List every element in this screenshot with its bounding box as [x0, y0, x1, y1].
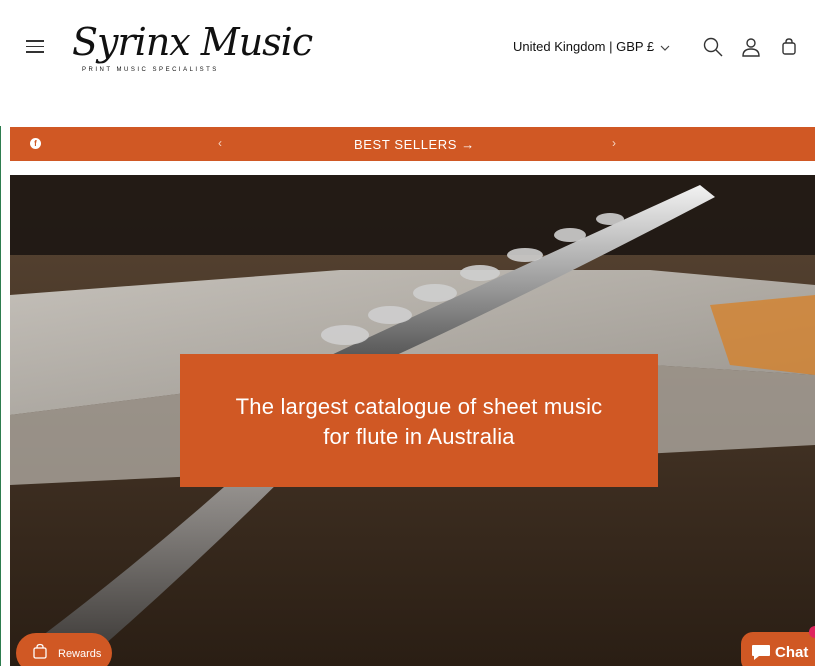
locale-label: United Kingdom | GBP £	[513, 39, 655, 54]
cart-icon[interactable]	[778, 36, 800, 58]
announcement-next-button[interactable]: ›	[612, 136, 616, 150]
search-icon[interactable]	[702, 36, 724, 58]
announcement-prev-button[interactable]: ‹	[218, 136, 222, 150]
chevron-down-icon	[660, 43, 670, 54]
announcement-message-link[interactable]: BEST SELLERS →	[354, 137, 475, 152]
shopping-bag-icon	[33, 643, 47, 659]
site-logo[interactable]: Syrinx Music PRINT MUSIC SPECIALISTS	[72, 20, 313, 80]
rewards-label: Rewards	[58, 648, 102, 660]
chat-button[interactable]: Chat	[741, 626, 815, 666]
facebook-icon[interactable]: f	[30, 138, 41, 149]
hero-headline-box: The largest catalogue of sheet music for…	[180, 354, 658, 487]
menu-icon[interactable]	[26, 36, 52, 58]
logo-tagline: PRINT MUSIC SPECIALISTS	[82, 67, 219, 73]
chat-bubble-icon	[752, 645, 770, 660]
logo-script: Syrinx Music	[72, 20, 313, 64]
rewards-button[interactable]: Rewards	[16, 633, 112, 666]
hero-headline-line-1: The largest catalogue of sheet music	[235, 394, 603, 419]
chat-label: Chat	[775, 644, 809, 661]
chat-notification-badge	[809, 626, 815, 638]
announcement-bar: f ‹ BEST SELLERS → ›	[10, 127, 815, 161]
country-currency-selector[interactable]: United Kingdom | GBP £	[513, 39, 670, 54]
hero-headline-line-2: for flute in Australia	[323, 424, 515, 449]
hero-banner: The largest catalogue of sheet music for…	[10, 175, 815, 666]
site-header: Syrinx Music PRINT MUSIC SPECIALISTS Uni…	[0, 0, 815, 126]
account-icon[interactable]	[740, 36, 762, 58]
